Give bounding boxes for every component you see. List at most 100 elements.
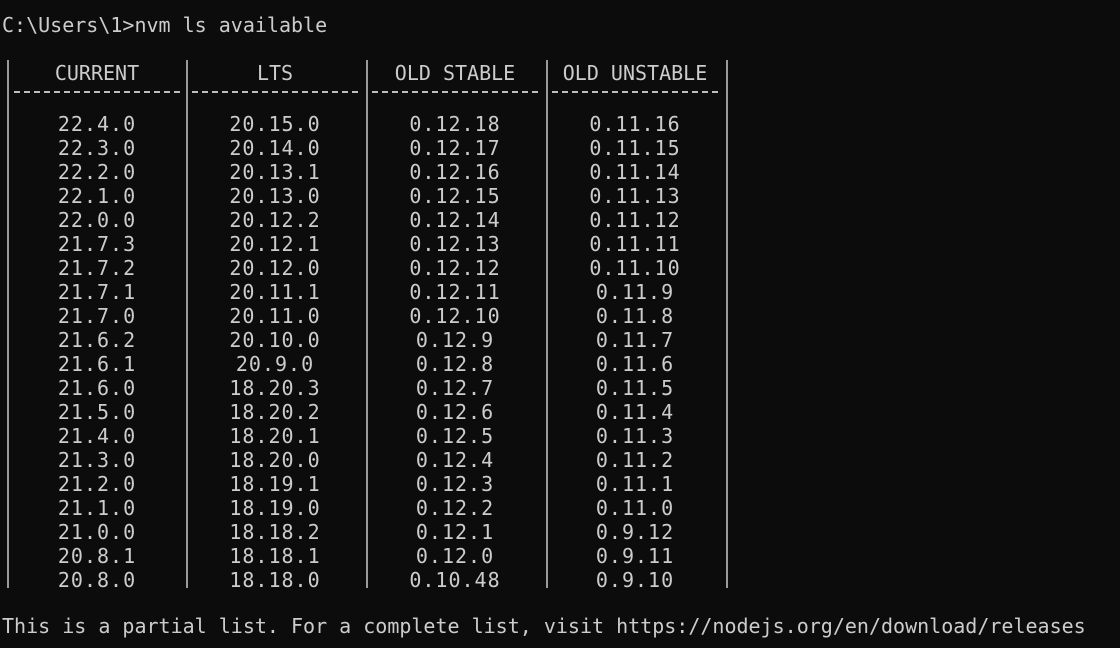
version-cell: 18.19.1 <box>229 472 321 496</box>
version-cell: 0.12.10 <box>409 304 501 328</box>
version-cell: 0.11.1 <box>595 472 675 496</box>
version-cell: 0.11.13 <box>589 184 681 208</box>
version-cell: 0.12.13 <box>409 232 501 256</box>
version-cell: 18.20.0 <box>229 448 321 472</box>
version-cell: 20.12.1 <box>229 232 321 256</box>
version-cell: 0.11.14 <box>589 160 681 184</box>
version-cell: 0.12.2 <box>415 496 495 520</box>
version-cell: 0.12.0 <box>415 544 495 568</box>
version-cell: 20.11.1 <box>229 280 321 304</box>
version-cell: 20.9.0 <box>235 352 315 376</box>
version-cell: 22.1.0 <box>57 184 137 208</box>
version-cell: 0.11.4 <box>595 400 675 424</box>
column-header-old-unstable: OLD UNSTABLE <box>562 61 708 85</box>
column-header-lts: LTS <box>256 61 294 85</box>
version-cell: 20.13.1 <box>229 160 321 184</box>
version-cell: 22.4.0 <box>57 112 137 136</box>
column-current: CURRENT 22.4.0 22.3.0 22.2.0 22.1.0 22.0… <box>12 60 182 592</box>
version-cell: 21.6.1 <box>57 352 137 376</box>
column-underline <box>192 91 358 93</box>
version-cell: 22.3.0 <box>57 136 137 160</box>
column-underline <box>372 91 538 93</box>
footer-message: This is a partial list. For a complete l… <box>2 614 1086 638</box>
version-cell: 20.8.0 <box>57 568 137 592</box>
version-cell: 0.12.17 <box>409 136 501 160</box>
version-cell: 22.2.0 <box>57 160 137 184</box>
column-rows: 0.12.18 0.12.17 0.12.16 0.12.15 0.12.14 … <box>370 112 540 592</box>
version-cell: 20.15.0 <box>229 112 321 136</box>
column-rows: 22.4.0 22.3.0 22.2.0 22.1.0 22.0.0 21.7.… <box>12 112 182 592</box>
version-cell: 21.2.0 <box>57 472 137 496</box>
version-cell: 0.12.16 <box>409 160 501 184</box>
version-cell: 18.19.0 <box>229 496 321 520</box>
version-cell: 18.18.2 <box>229 520 321 544</box>
version-cell: 20.12.2 <box>229 208 321 232</box>
version-cell: 0.12.5 <box>415 424 495 448</box>
version-cell: 20.11.0 <box>229 304 321 328</box>
version-cell: 0.12.8 <box>415 352 495 376</box>
version-cell: 21.7.2 <box>57 256 137 280</box>
version-cell: 18.18.1 <box>229 544 321 568</box>
version-cell: 0.10.48 <box>409 568 501 592</box>
version-cell: 0.12.7 <box>415 376 495 400</box>
version-cell: 20.8.1 <box>57 544 137 568</box>
version-cell: 21.7.1 <box>57 280 137 304</box>
version-cell: 0.11.10 <box>589 256 681 280</box>
table-divider <box>186 60 188 588</box>
version-cell: 0.11.3 <box>595 424 675 448</box>
table-divider <box>366 60 368 588</box>
version-cell: 0.11.0 <box>595 496 675 520</box>
version-cell: 21.7.3 <box>57 232 137 256</box>
version-cell: 0.12.4 <box>415 448 495 472</box>
versions-table: CURRENT 22.4.0 22.3.0 22.2.0 22.1.0 22.0… <box>0 60 730 592</box>
command-prompt-line: C:\Users\1>nvm ls available <box>2 13 328 37</box>
version-cell: 20.10.0 <box>229 328 321 352</box>
version-cell: 0.9.12 <box>595 520 675 544</box>
version-cell: 21.6.2 <box>57 328 137 352</box>
version-cell: 22.0.0 <box>57 208 137 232</box>
version-cell: 0.11.16 <box>589 112 681 136</box>
version-cell: 18.20.2 <box>229 400 321 424</box>
version-cell: 0.12.6 <box>415 400 495 424</box>
version-cell: 21.1.0 <box>57 496 137 520</box>
column-rows: 0.11.16 0.11.15 0.11.14 0.11.13 0.11.12 … <box>550 112 720 592</box>
table-divider <box>7 60 9 588</box>
column-old-unstable: OLD UNSTABLE 0.11.16 0.11.15 0.11.14 0.1… <box>550 60 720 592</box>
version-cell: 0.11.15 <box>589 136 681 160</box>
version-cell: 0.11.6 <box>595 352 675 376</box>
version-cell: 0.11.2 <box>595 448 675 472</box>
version-cell: 0.12.11 <box>409 280 501 304</box>
column-old-stable: OLD STABLE 0.12.18 0.12.17 0.12.16 0.12.… <box>370 60 540 592</box>
version-cell: 0.12.15 <box>409 184 501 208</box>
version-cell: 0.9.11 <box>595 544 675 568</box>
version-cell: 20.12.0 <box>229 256 321 280</box>
version-cell: 0.12.9 <box>415 328 495 352</box>
version-cell: 18.20.1 <box>229 424 321 448</box>
version-cell: 0.12.3 <box>415 472 495 496</box>
version-cell: 0.11.7 <box>595 328 675 352</box>
column-rows: 20.15.0 20.14.0 20.13.1 20.13.0 20.12.2 … <box>190 112 360 592</box>
version-cell: 18.20.3 <box>229 376 321 400</box>
version-cell: 21.6.0 <box>57 376 137 400</box>
version-cell: 20.14.0 <box>229 136 321 160</box>
table-divider <box>546 60 548 588</box>
terminal-window[interactable]: C:\Users\1>nvm ls available CURRENT 22.4… <box>0 0 1120 648</box>
version-cell: 0.12.12 <box>409 256 501 280</box>
version-cell: 0.12.14 <box>409 208 501 232</box>
version-cell: 0.11.5 <box>595 376 675 400</box>
version-cell: 21.0.0 <box>57 520 137 544</box>
version-cell: 0.9.10 <box>595 568 675 592</box>
column-header-old-stable: OLD STABLE <box>394 61 516 85</box>
version-cell: 0.11.11 <box>589 232 681 256</box>
column-header-current: CURRENT <box>54 61 140 85</box>
version-cell: 0.12.1 <box>415 520 495 544</box>
version-cell: 21.7.0 <box>57 304 137 328</box>
version-cell: 21.5.0 <box>57 400 137 424</box>
version-cell: 0.11.12 <box>589 208 681 232</box>
version-cell: 21.4.0 <box>57 424 137 448</box>
version-cell: 21.3.0 <box>57 448 137 472</box>
column-underline <box>552 91 718 93</box>
version-cell: 0.11.8 <box>595 304 675 328</box>
table-divider <box>726 60 728 588</box>
version-cell: 18.18.0 <box>229 568 321 592</box>
